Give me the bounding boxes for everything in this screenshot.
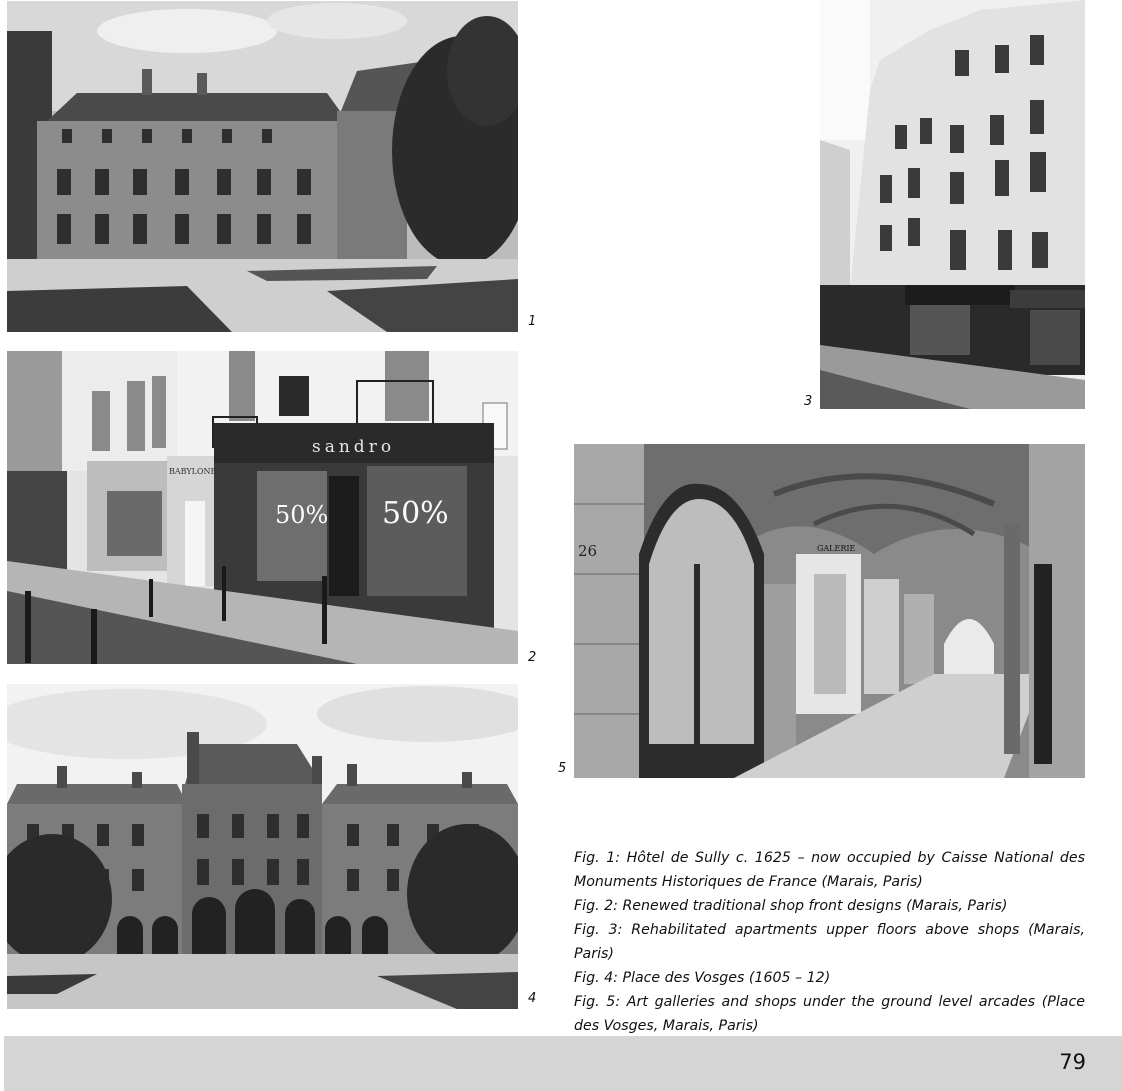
figure-1-number: 1 (528, 314, 537, 329)
caption-fig-2: Fig. 2: Renewed traditional shop front d… (574, 898, 1008, 914)
figure-5-photo: 26 GALERIE (574, 444, 1085, 778)
gallery-sign: GALERIE (817, 544, 856, 553)
figure-2-photo: sandro 50% 50% BABYLONE (7, 351, 518, 664)
figure-2-number: 2 (528, 650, 537, 665)
page-footer-bar: 79 (4, 1036, 1122, 1091)
caption-fig-5: Fig. 5: Art galleries and shops under th… (574, 994, 1085, 1034)
sandro-shop-sign: sandro (312, 437, 396, 457)
caption-fig-4: Fig. 4: Place des Vosges (1605 – 12) (574, 970, 831, 986)
figure-3-photo (820, 0, 1085, 409)
sale-sign-left: 50% (275, 501, 329, 529)
figure-1-photo (7, 1, 518, 332)
page-number: 79 (1059, 1050, 1086, 1074)
sale-sign-right: 50% (382, 496, 449, 531)
figure-4-number: 4 (528, 991, 537, 1006)
babylone-shop-sign: BABYLONE (169, 467, 217, 476)
caption-fig-1: Fig. 1: Hôtel de Sully c. 1625 – now occ… (574, 850, 1085, 890)
figure-3-number: 3 (804, 394, 813, 409)
figure-5-number: 5 (558, 761, 567, 776)
door-number-26: 26 (578, 542, 598, 560)
caption-fig-3: Fig. 3: Rehabilitated apartments upper f… (574, 922, 1085, 962)
figure-4-photo (7, 684, 518, 1009)
figure-captions: Fig. 1: Hôtel de Sully c. 1625 – now occ… (574, 846, 1085, 1038)
